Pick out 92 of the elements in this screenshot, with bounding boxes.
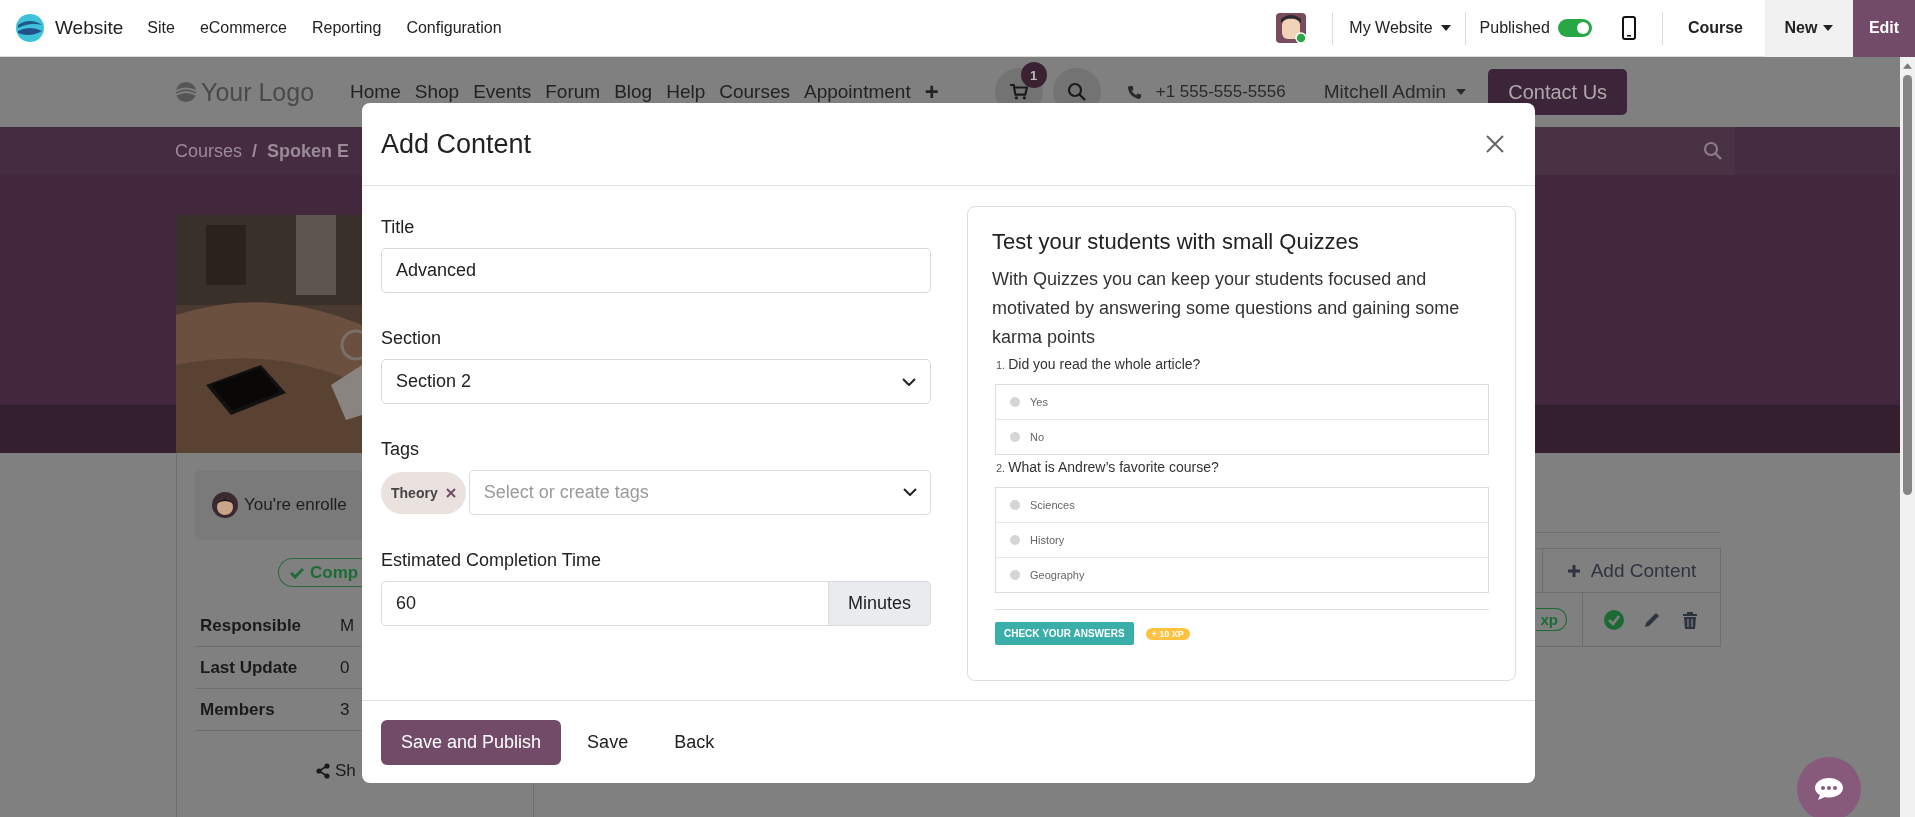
radio-icon (1010, 570, 1020, 580)
tags-input[interactable]: Select or create tags (468, 470, 931, 515)
share-icon (315, 763, 331, 779)
field-label: Title (381, 217, 416, 238)
preview-title: Test your students with small Quizzes (992, 229, 1360, 255)
mobile-preview-icon[interactable] (1621, 16, 1636, 40)
preview-description: With Quizzes you can keep your students focused and motivated by answering some questions and gaining some karma points (992, 268, 1461, 349)
app-name[interactable]: Website (55, 17, 124, 39)
published-toggle[interactable] (1557, 19, 1592, 37)
nav-link[interactable]: Events (473, 81, 532, 103)
menu-item[interactable]: Configuration (406, 19, 502, 37)
nav-link[interactable]: Home (350, 81, 401, 103)
cart-count: 1 (1020, 62, 1047, 88)
question-number: 2. (996, 462, 1006, 474)
radio-icon (1010, 535, 1020, 545)
chat-bubble-icon (1814, 777, 1844, 801)
edit-button[interactable]: Edit (1853, 0, 1915, 57)
chat-button[interactable] (1797, 757, 1861, 817)
detail-value: M (340, 615, 355, 636)
caret-icon (1823, 25, 1834, 31)
close-icon[interactable] (1485, 134, 1505, 154)
contact-us-button[interactable]: Contact Us (1488, 69, 1628, 115)
question-text: Did you read the whole article? (1008, 356, 1201, 372)
detail-value: 0 (340, 657, 350, 678)
caret-icon (1456, 89, 1467, 95)
answer-option: History (1030, 534, 1065, 546)
detail-label: Members (200, 699, 276, 720)
breadcrumb-item[interactable]: Courses (175, 140, 243, 162)
nav-link[interactable]: Appointment (804, 81, 911, 103)
logo-icon (175, 81, 197, 103)
radio-icon (1010, 432, 1020, 442)
add-content-button[interactable]: Add Content (1542, 548, 1721, 593)
app-logo-icon (15, 13, 45, 43)
plus-icon (1566, 563, 1581, 578)
add-menu-link[interactable]: + (924, 78, 939, 106)
check-circle-icon[interactable] (1603, 609, 1624, 630)
breadcrumb-separator: / (252, 140, 258, 162)
field-label: Section (381, 328, 443, 349)
search-icon (1066, 82, 1087, 102)
unit-label: Minutes (829, 581, 931, 626)
answer-option: Geography (1030, 569, 1085, 581)
phone-icon (1126, 84, 1142, 100)
question-number: 1. (996, 359, 1006, 371)
answer-option: Sciences (1030, 499, 1075, 511)
new-button[interactable]: New (1765, 0, 1853, 57)
chevron-down-icon (902, 377, 916, 386)
status-text: Comp (310, 562, 359, 583)
scroll-up-arrow-icon[interactable] (1903, 63, 1912, 69)
menu-item[interactable]: Site (147, 19, 175, 37)
user-avatar-icon[interactable] (1276, 13, 1307, 43)
published-label: Published (1479, 19, 1550, 37)
tag-chip[interactable]: Theory (381, 471, 466, 514)
user-avatar-icon (212, 492, 238, 518)
remove-icon[interactable] (445, 487, 456, 498)
cart-icon (1009, 84, 1028, 100)
field-label: Estimated Completion Time (381, 550, 603, 571)
answer-option: No (1030, 431, 1045, 443)
nav-link[interactable]: Help (666, 81, 706, 103)
user-menu[interactable]: Mitchell Admin (1323, 81, 1467, 103)
dialog-button[interactable]: Back (654, 719, 735, 765)
radio-icon (1010, 397, 1020, 407)
enrollment-message: You're enrolle (244, 495, 347, 515)
nav-link[interactable]: Courses (719, 81, 790, 103)
scrollbar[interactable] (1900, 57, 1915, 817)
menu-item[interactable]: Reporting (312, 19, 382, 37)
website-selector[interactable]: My Website (1333, 19, 1465, 37)
nav-link[interactable]: Forum (545, 81, 601, 103)
title-input[interactable]: Advanced (381, 248, 931, 293)
chevron-down-icon (903, 488, 917, 496)
time-input[interactable]: 60 (381, 581, 829, 626)
detail-label: Last Update (200, 657, 299, 678)
detail-value: 3 (340, 699, 350, 720)
search-icon (1703, 141, 1723, 161)
caret-icon (1440, 25, 1451, 31)
answer-option: Yes (1030, 396, 1048, 408)
phone-number[interactable]: +1 555-555-5556 (1155, 82, 1286, 102)
menu-item[interactable]: eCommerce (199, 19, 287, 37)
dialog-button[interactable]: Save (567, 719, 649, 765)
radio-icon (1010, 500, 1020, 510)
detail-label: Responsible (200, 615, 303, 636)
course-search-field[interactable] (1535, 127, 1735, 175)
dialog-title: Add Content (381, 128, 533, 160)
xp-badge: + 10 XP (1145, 627, 1190, 640)
question-text: What is Andrew’s favorite course? (1008, 459, 1219, 475)
course-link[interactable]: Course (1662, 19, 1765, 37)
nav-link[interactable]: Blog (614, 81, 653, 103)
check-icon (290, 566, 304, 579)
breadcrumb-item[interactable]: Spoken E (267, 140, 350, 162)
section-select[interactable]: Section 2 (381, 359, 931, 404)
nav-link[interactable]: Shop (414, 81, 460, 103)
save-and-publish-button[interactable]: Save and Publish (381, 719, 562, 765)
field-label: Tags (381, 439, 421, 460)
